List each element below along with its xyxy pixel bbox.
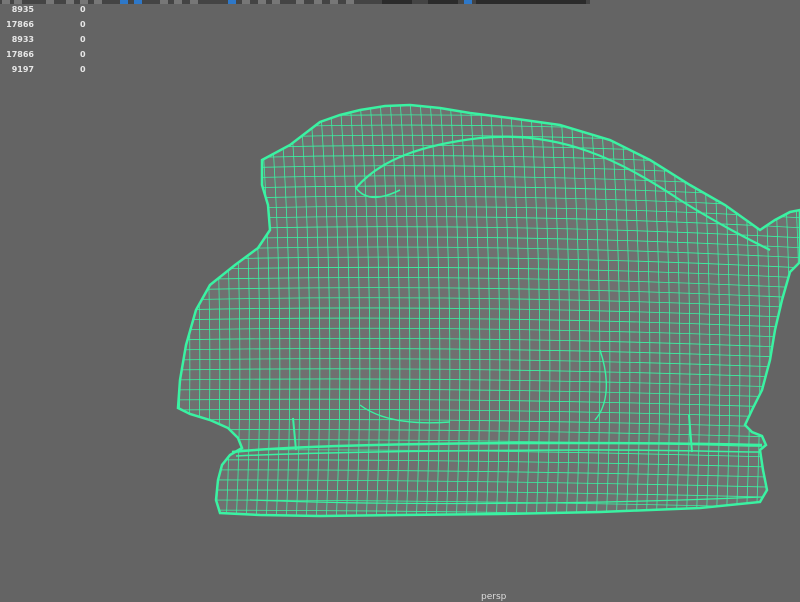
wire-line-vertical [178,105,181,516]
wire-line-vertical [789,105,800,516]
wire-line-vertical [779,105,791,516]
wire-line-horizontal [170,530,800,538]
wire-line-horizontal [178,105,800,109]
camera-label: persp [481,592,507,602]
wire-line-horizontal [170,520,800,528]
mesh-object[interactable] [170,95,800,538]
wire-line-vertical [179,105,191,516]
perspective-viewport[interactable] [0,0,800,600]
